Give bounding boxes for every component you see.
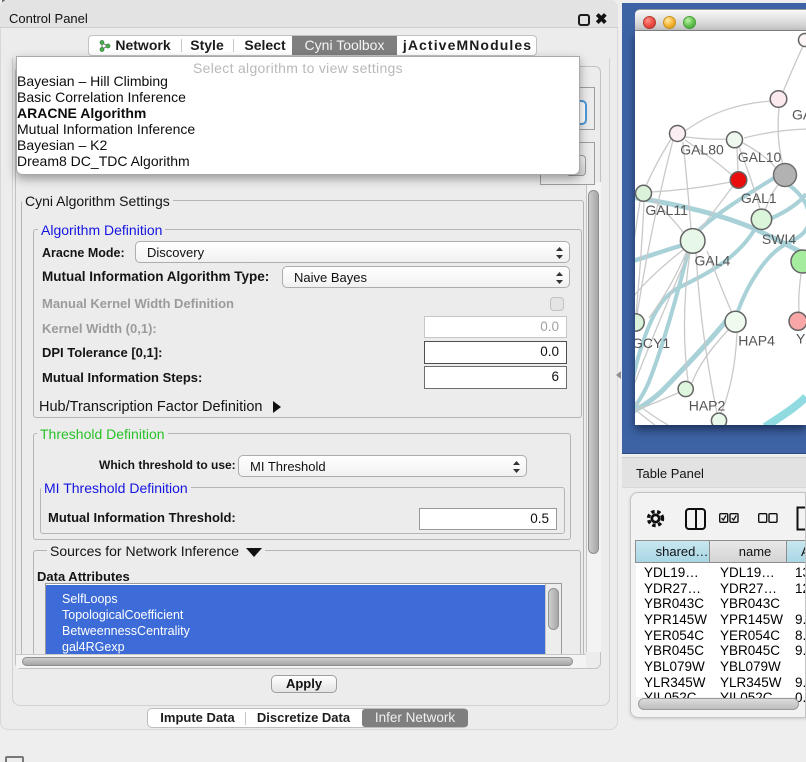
svg-text:HAP2: HAP2	[689, 398, 726, 414]
svg-text:YM: YM	[796, 330, 806, 346]
svg-text:HAP4: HAP4	[738, 333, 775, 349]
svg-text:GAL4: GAL4	[694, 252, 730, 268]
svg-text:SWI4: SWI4	[762, 231, 796, 247]
svg-text:GAL2: GAL2	[792, 107, 806, 123]
svg-text:GAL80: GAL80	[680, 142, 724, 158]
svg-text:GCY1: GCY1	[635, 335, 670, 351]
svg-text:GAL11: GAL11	[645, 202, 688, 218]
svg-text:GAL10: GAL10	[738, 149, 782, 165]
svg-text:GAL1: GAL1	[741, 190, 777, 206]
